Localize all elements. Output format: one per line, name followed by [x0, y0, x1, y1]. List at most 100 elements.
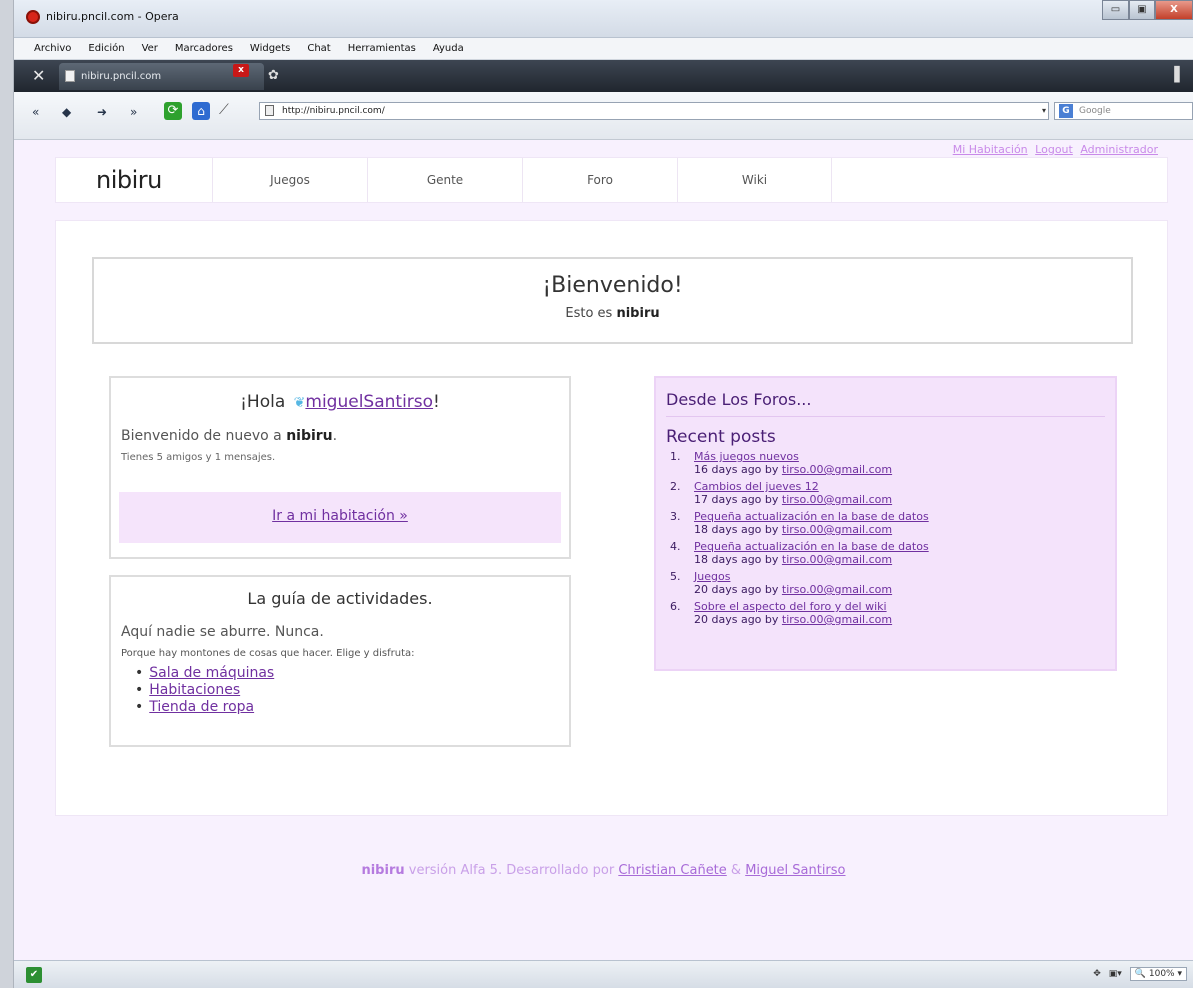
list-item: • Tienda de ropa — [135, 699, 569, 716]
author-link[interactable]: tirso.00@gmail.com — [782, 523, 892, 536]
post-meta: 17 days ago by tirso.00@gmail.com — [694, 493, 1115, 506]
menu-ayuda[interactable]: Ayuda — [433, 43, 464, 54]
welcome-back-brand: nibiru — [286, 428, 333, 444]
forum-box: Desde Los Foros... Recent posts 1. Más ju… — [654, 376, 1117, 671]
tab-close-icon[interactable]: x — [233, 64, 249, 77]
recent-posts-title: Recent posts — [666, 427, 776, 447]
view-options-icon[interactable]: ▣▾ — [1109, 969, 1122, 979]
rewind-icon[interactable]: « — [32, 106, 39, 118]
friends-count-text: Tienes 5 amigos y 1 mensajes. — [121, 452, 276, 463]
url-text: http://nibiru.pncil.com/ — [282, 106, 385, 116]
minimize-button[interactable]: ▭ — [1102, 0, 1129, 20]
reload-icon[interactable]: ⟳ — [164, 102, 182, 120]
post-link[interactable]: Pequeña actualización en la base de dato… — [694, 510, 929, 523]
menu-archivo[interactable]: Archivo — [34, 43, 71, 54]
menu-ver[interactable]: Ver — [142, 43, 158, 54]
chevron-down-icon[interactable]: ▾ — [1042, 105, 1046, 117]
activity-link[interactable]: Tienda de ropa — [149, 699, 254, 715]
divider — [666, 416, 1105, 417]
window-title: nibiru.pncil.com - Opera — [46, 10, 179, 23]
tools-icon[interactable]: ✕ — [32, 68, 45, 84]
list-item: 2. Cambios del jueves 12 17 days ago by ti… — [670, 480, 1115, 506]
activity-link[interactable]: Sala de máquinas — [149, 665, 274, 681]
google-icon[interactable]: G — [1059, 104, 1073, 118]
back-icon[interactable]: ◆ — [62, 106, 71, 118]
footer-brand: nibiru — [361, 863, 405, 878]
author-link[interactable]: tirso.00@gmail.com — [782, 613, 892, 626]
bullet-icon: • — [135, 699, 144, 715]
welcome-banner: ¡Bienvenido! Esto es nibiru — [92, 257, 1133, 344]
link-administrador[interactable]: Administrador — [1080, 143, 1158, 156]
post-link[interactable]: Más juegos nuevos — [694, 450, 799, 463]
zoom-control[interactable]: 🔍 100% ▾ — [1129, 967, 1187, 981]
post-meta: 18 days ago by tirso.00@gmail.com — [694, 553, 1115, 566]
nav-juegos[interactable]: Juegos — [212, 158, 367, 202]
activity-link[interactable]: Habitaciones — [149, 682, 240, 698]
post-age: 18 days ago by — [694, 523, 779, 536]
welcome-brand: nibiru — [616, 306, 660, 321]
close-window-button[interactable]: X — [1155, 0, 1193, 20]
guide-title: La guía de actividades. — [247, 589, 433, 608]
search-input[interactable]: G Google — [1054, 102, 1193, 120]
list-item: 5. Juegos 20 days ago by tirso.00@gmail.co… — [670, 570, 1115, 596]
author-link[interactable]: tirso.00@gmail.com — [782, 583, 892, 596]
security-icon[interactable]: ✔ — [26, 967, 42, 983]
post-number: 3. — [670, 510, 681, 523]
post-age: 20 days ago by — [694, 583, 779, 596]
menu-bar: Archivo Edición Ver Marcadores Widgets C… — [14, 38, 1193, 60]
site-nav: nibiru Juegos Gente Foro Wiki — [55, 157, 1168, 203]
link-logout[interactable]: Logout — [1035, 143, 1073, 156]
author-link[interactable]: tirso.00@gmail.com — [782, 553, 892, 566]
bullet-icon: • — [135, 682, 144, 698]
url-field[interactable]: http://nibiru.pncil.com/ ▾ — [259, 102, 1049, 120]
maximize-button[interactable]: ▣ — [1129, 0, 1155, 20]
post-number: 2. — [670, 480, 681, 493]
forward-icon[interactable]: ➜ — [97, 106, 107, 118]
window-titlebar: nibiru.pncil.com - Opera ▭ ▣ X — [14, 0, 1193, 38]
menu-herramientas[interactable]: Herramientas — [348, 43, 416, 54]
site-logo[interactable]: nibiru — [96, 166, 162, 194]
post-link[interactable]: Pequeña actualización en la base de dato… — [694, 540, 929, 553]
page-viewport: Mi Habitación Logout Administrador nibir… — [14, 140, 1193, 960]
menu-edicion[interactable]: Edición — [88, 43, 124, 54]
post-meta: 20 days ago by tirso.00@gmail.com — [694, 613, 1115, 626]
user-profile-link[interactable]: miguelSantirso — [305, 392, 433, 412]
post-age: 17 days ago by — [694, 493, 779, 506]
list-item: • Sala de máquinas — [135, 665, 569, 682]
tab-nibiru[interactable]: nibiru.pncil.com x — [59, 63, 264, 90]
welcome-subtitle: Esto es nibiru — [94, 306, 1131, 321]
wand-icon[interactable]: ⟋ — [219, 102, 229, 118]
room-panel: Ir a mi habitación » — [119, 492, 561, 543]
post-link[interactable]: Juegos — [694, 570, 730, 583]
zoom-level: 100% — [1148, 969, 1175, 979]
go-to-room-link[interactable]: Ir a mi habitación » — [272, 508, 408, 524]
page-icon — [65, 70, 75, 82]
nav-foro[interactable]: Foro — [522, 158, 677, 202]
turbo-icon[interactable]: ✥ — [1093, 969, 1101, 979]
post-link[interactable]: Cambios del jueves 12 — [694, 480, 819, 493]
forum-title: Desde Los Foros... — [666, 390, 812, 409]
menu-marcadores[interactable]: Marcadores — [175, 43, 233, 54]
post-number: 1. — [670, 450, 681, 463]
author-link[interactable]: tirso.00@gmail.com — [782, 493, 892, 506]
nav-gente[interactable]: Gente — [367, 158, 522, 202]
author-link[interactable]: tirso.00@gmail.com — [782, 463, 892, 476]
home-icon[interactable]: ⌂ — [192, 102, 210, 120]
post-number: 6. — [670, 600, 681, 613]
search-placeholder: Google — [1079, 106, 1111, 116]
fast-forward-icon[interactable]: » — [130, 106, 137, 118]
new-tab-icon[interactable]: ✿ — [268, 69, 279, 82]
menu-chat[interactable]: Chat — [307, 43, 330, 54]
nav-wiki[interactable]: Wiki — [677, 158, 832, 202]
author-1-link[interactable]: Christian Cañete — [618, 863, 726, 878]
post-link[interactable]: Sobre el aspecto del foro y del wiki — [694, 600, 887, 613]
author-2-link[interactable]: Miguel Santirso — [745, 863, 845, 878]
link-mi-habitacion[interactable]: Mi Habitación — [953, 143, 1028, 156]
list-item: 3. Pequeña actualización en la base de da… — [670, 510, 1115, 536]
window-controls: ▭ ▣ X — [1102, 0, 1193, 22]
desktop-edge — [0, 0, 14, 988]
menu-widgets[interactable]: Widgets — [250, 43, 290, 54]
address-toolbar: « ◆ ➜ » ⟳ ⌂ ⟋ http://nibiru.pncil.com/ ▾… — [14, 92, 1193, 140]
activity-list: • Sala de máquinas • Habitaciones • Tienda … — [135, 665, 569, 716]
trash-icon[interactable]: ▌ — [1174, 68, 1185, 82]
